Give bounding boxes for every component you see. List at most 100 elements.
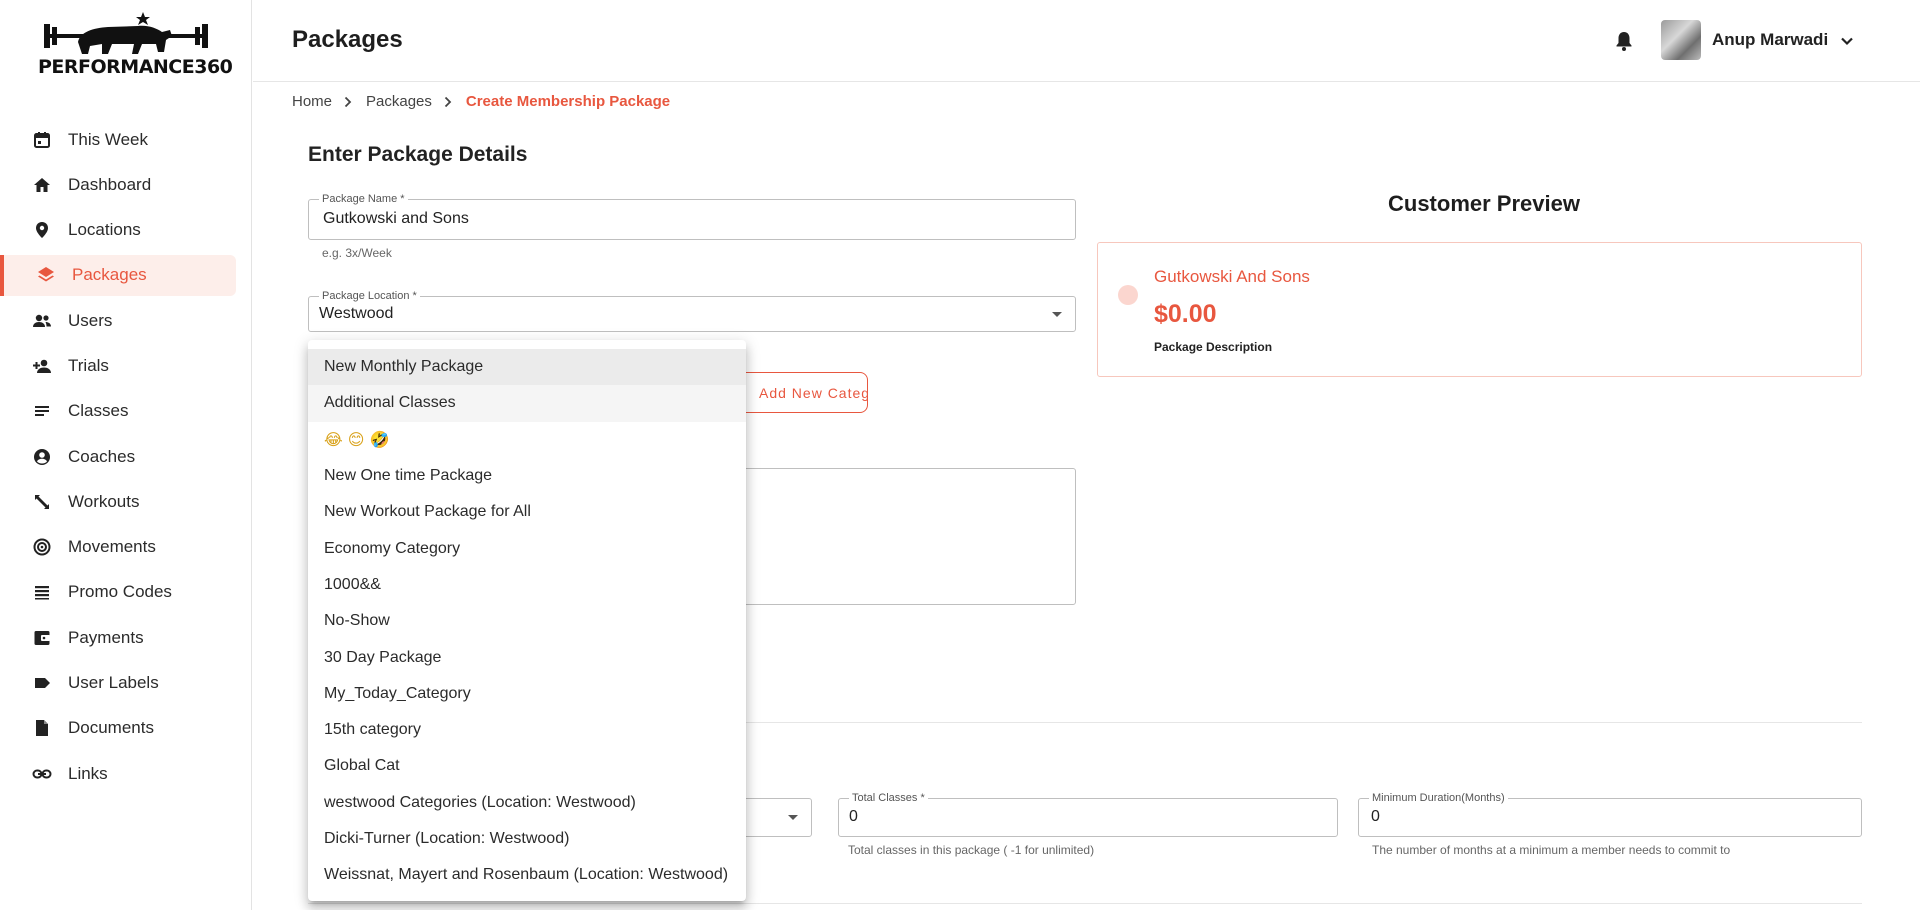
menu-item-label: 1000&& [324,575,381,593]
sidebar-item-label: This Week [68,129,148,149]
menu-item[interactable]: Additional Classes [308,385,746,422]
breadcrumb-current: Create Membership Package [465,93,671,110]
emoji-menu-item-label: 😂 😊 🤣 [324,430,390,450]
top-header: Packages Anup Marwadi [253,0,1920,82]
sidebar-item-label: Locations [68,220,141,240]
sidebar-item-label: Promo Codes [68,582,172,602]
sidebar-item-user-labels[interactable]: User Labels [0,663,252,704]
breadcrumb-packages[interactable]: Packages [366,93,432,110]
minimum-duration-value: 0 [1371,808,1380,825]
sidebar-item-coaches[interactable]: Coaches [0,436,252,477]
sidebar-item-payments[interactable]: Payments [0,617,252,658]
minimum-duration-field[interactable]: Minimum Duration(Months) 0 [1358,792,1862,837]
sidebar-item-this-week[interactable]: This Week [0,119,252,160]
preview-card: Gutkowski And Sons $0.00 Package Descrip… [1097,242,1862,377]
menu-item-label: Economy Category [324,539,461,557]
sidebar-item-label: Trials [68,355,109,375]
sidebar-item-users[interactable]: Users [0,300,252,341]
package-name-helper: e.g. 3x/Week [322,246,392,260]
sidebar-item-label: Coaches [68,446,136,466]
sidebar-item-documents[interactable]: Documents [0,708,252,749]
sidebar-item-trials[interactable]: Trials [0,345,252,386]
sidebar-item-label: Dashboard [68,174,152,194]
menu-item[interactable]: New One time Package [308,458,746,494]
home-icon [32,175,52,195]
avatar[interactable] [1661,20,1701,60]
dropdown-arrow-icon [1052,312,1062,317]
package-location-value: Westwood [319,305,394,322]
breadcrumb-home[interactable]: Home [292,93,332,110]
sidebar-item-locations[interactable]: Locations [0,210,252,251]
add-person-icon [32,356,52,376]
menu-item[interactable]: No-Show [308,603,746,639]
sidebar-item-classes[interactable]: Classes [0,391,252,432]
sidebar-item-label: Classes [68,401,129,421]
calendar-icon [32,130,52,150]
sidebar-nav: This Week Dashboard Locations Packages U… [0,119,252,798]
menu-item-label: westwood Categories (Location: Westwood) [324,793,636,811]
label-icon [32,673,52,693]
wallet-icon [32,628,52,648]
total-classes-helper: Total classes in this package ( -1 for u… [848,843,1095,857]
menu-item[interactable]: Weissnat, Mayert and Rosenbaum (Location… [308,857,746,893]
menu-item[interactable]: 15th category [308,712,746,748]
package-location-select[interactable]: Package Location * Westwood [308,290,1076,332]
menu-item-label: New Workout Package for All [324,503,531,521]
menu-item[interactable]: 1000&& [308,567,746,603]
sidebar-item-label: User Labels [68,673,159,693]
menu-item[interactable]: Economy Category [308,530,746,566]
menu-item[interactable]: Dicki-Turner (Location: Westwood) [308,821,746,857]
menu-item[interactable]: westwood Categories (Location: Westwood) [308,785,746,821]
total-classes-field[interactable]: Total Classes * 0 [838,792,1338,837]
sidebar-item-workouts[interactable]: Workouts [0,481,252,522]
sidebar-item-label: Users [68,310,113,330]
menu-item-label: Additional Classes [324,394,456,412]
minimum-duration-label: Minimum Duration(Months) [1369,792,1508,804]
sidebar-item-promo-codes[interactable]: Promo Codes [0,572,252,613]
user-name[interactable]: Anup Marwadi [1712,30,1828,50]
account-circle-icon [32,447,52,467]
menu-item-label: New Monthly Package [324,358,484,376]
chevron-down-icon[interactable] [1838,32,1856,50]
sidebar-item-label: Workouts [68,491,140,511]
list-icon [32,582,52,602]
package-name-label: Package Name * [319,193,408,205]
menu-item-label: 30 Day Package [324,648,442,666]
menu-item[interactable]: Global Cat [308,748,746,784]
notification-bell-icon[interactable] [1614,30,1634,52]
sidebar-item-label: Documents [68,718,154,738]
dropdown-arrow-icon [788,815,798,820]
package-name-field[interactable]: Package Name * Gutkowski and Sons [308,193,1076,240]
sidebar-item-dashboard[interactable]: Dashboard [0,164,252,205]
sidebar-item-label: Payments [68,627,144,647]
lines-icon [32,401,52,421]
location-pin-icon [32,220,52,240]
brand-logo[interactable]: PERFORMANCE360 [38,12,233,82]
chevron-right-icon [344,96,354,108]
users-icon [32,311,52,331]
breadcrumb: Home Packages Create Membership Package [292,93,670,110]
menu-item-label: My_Today_Category [324,684,471,702]
target-icon [32,537,52,557]
menu-item[interactable]: My_Today_Category [308,676,746,712]
sidebar-item-packages[interactable]: Packages [0,254,236,296]
customer-preview-title: Customer Preview [1388,191,1580,216]
menu-item[interactable]: 30 Day Package [308,639,746,675]
bear-barbell-icon [44,12,208,54]
menu-item-label: Weissnat, Mayert and Rosenbaum (Location… [324,866,729,884]
page-title: Packages [292,26,403,53]
menu-item[interactable]: New Workout Package for All [308,494,746,530]
menu-item-label: Global Cat [324,757,400,775]
sidebar-item-movements[interactable]: Movements [0,527,252,568]
menu-item[interactable]: 😂 😊 🤣 [308,422,746,458]
sidebar-item-links[interactable]: Links [0,753,252,794]
sidebar-item-label: Movements [68,537,156,557]
preview-price: $0.00 [1154,300,1217,328]
menu-item[interactable]: New Monthly Package [308,349,746,386]
chevron-right-icon [444,96,454,108]
minimum-duration-helper: The number of months at a minimum a memb… [1372,843,1731,857]
link-icon [32,764,52,784]
total-classes-value: 0 [849,808,858,825]
radio-icon [1118,285,1138,305]
menu-item-label: Dicki-Turner (Location: Westwood) [324,830,570,847]
